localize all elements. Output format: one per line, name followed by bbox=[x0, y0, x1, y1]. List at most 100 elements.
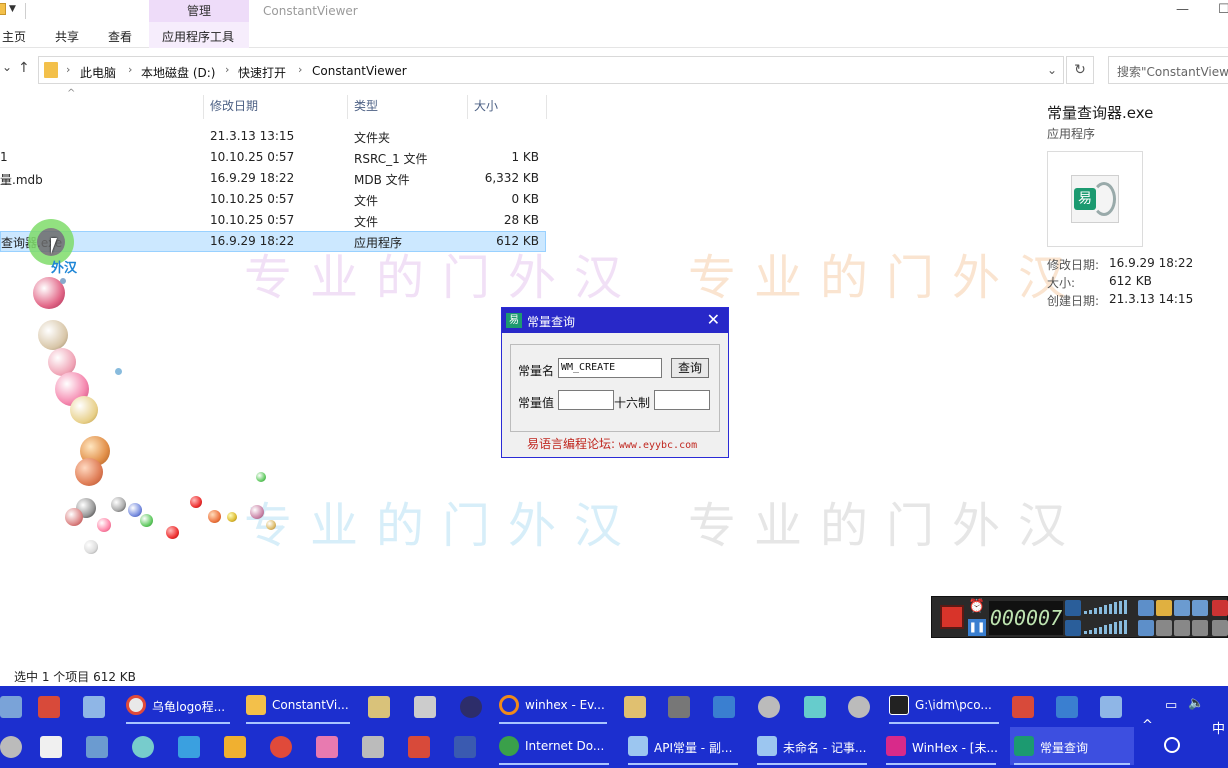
decorative-ball bbox=[97, 518, 111, 532]
stop-record-button[interactable] bbox=[940, 605, 964, 629]
app-icon[interactable] bbox=[224, 736, 246, 758]
app-icon[interactable] bbox=[414, 696, 436, 718]
app-icon[interactable] bbox=[316, 736, 338, 758]
region-icon[interactable] bbox=[1138, 620, 1154, 636]
pause-button[interactable]: ❚❚ bbox=[968, 619, 986, 636]
app-icon[interactable] bbox=[362, 736, 384, 758]
quick-access-dropdown-icon[interactable]: ▼ bbox=[9, 4, 16, 14]
window-icon[interactable] bbox=[1174, 620, 1190, 636]
file-size: 6,332 KB bbox=[484, 171, 539, 185]
details-label: 创建日期: bbox=[1047, 294, 1100, 308]
app-icon[interactable] bbox=[758, 696, 780, 718]
tab-view[interactable]: 查看 bbox=[108, 28, 132, 45]
app-icon[interactable] bbox=[132, 736, 154, 758]
app-icon[interactable] bbox=[0, 736, 22, 758]
app-icon[interactable] bbox=[178, 736, 200, 758]
minimize-button[interactable]: — bbox=[1176, 2, 1189, 17]
file-row[interactable]: 10.10.25 0:57 文件 28 KB bbox=[0, 210, 546, 231]
display-icon[interactable] bbox=[1212, 620, 1228, 636]
app-icon[interactable] bbox=[624, 696, 646, 718]
constant-name-input[interactable]: WM_CREATE bbox=[558, 358, 662, 378]
tray-expand-icon[interactable]: ^ bbox=[1142, 718, 1153, 733]
column-header-type[interactable]: 类型 bbox=[354, 95, 378, 119]
address-dropdown-icon[interactable]: ⌄ bbox=[1047, 63, 1057, 77]
column-divider[interactable] bbox=[467, 95, 468, 119]
app-icon[interactable] bbox=[86, 736, 108, 758]
app-icon[interactable] bbox=[408, 736, 430, 758]
taskbar-item-internet-download[interactable]: Internet Do... bbox=[495, 727, 613, 765]
close-icon[interactable] bbox=[1212, 600, 1228, 616]
close-icon[interactable]: ✕ bbox=[707, 310, 720, 329]
action-center-icon[interactable] bbox=[1164, 737, 1180, 753]
details-value: 16.9.29 18:22 bbox=[1109, 256, 1194, 270]
file-row[interactable]: 量.mdb 16.9.29 18:22 MDB 文件 6,332 KB bbox=[0, 168, 546, 189]
maximize-button[interactable]: ☐ bbox=[1218, 2, 1228, 17]
refresh-button[interactable]: ↻ bbox=[1066, 56, 1094, 84]
taskbar-item-turtle-logo[interactable]: 乌龟logo程... bbox=[122, 686, 234, 724]
network-icon[interactable]: ▭ bbox=[1165, 698, 1177, 713]
window-title: ConstantViewer bbox=[263, 4, 358, 18]
hex-value-input[interactable] bbox=[654, 390, 710, 410]
query-button[interactable]: 查询 bbox=[671, 358, 709, 378]
address-bar[interactable]: › 此电脑 › 本地磁盘 (D:) › 快速打开 › ConstantViewe… bbox=[38, 56, 1064, 84]
volume-icon[interactable]: 🔈 bbox=[1188, 696, 1204, 711]
folder-icon[interactable] bbox=[1156, 600, 1172, 616]
microphone-icon[interactable] bbox=[1065, 620, 1081, 636]
forum-link[interactable]: 易语言编程论坛: www.eyybc.com bbox=[527, 435, 697, 452]
file-row[interactable]: 10.10.25 0:57 文件 0 KB bbox=[0, 189, 546, 210]
details-title: 常量查询器.exe bbox=[1047, 104, 1154, 122]
tab-app-tools[interactable]: 应用程序工具 bbox=[162, 28, 234, 45]
gear-icon[interactable] bbox=[1174, 600, 1190, 616]
column-header-date[interactable]: 修改日期 bbox=[210, 95, 258, 119]
chrome-icon[interactable] bbox=[270, 736, 292, 758]
search-input[interactable]: 搜索"ConstantViewer" bbox=[1108, 56, 1228, 84]
app-icon[interactable] bbox=[0, 696, 22, 718]
watermark-text: 专业的门外汉 bbox=[244, 498, 641, 554]
fullscreen-icon[interactable] bbox=[1156, 620, 1172, 636]
up-arrow-icon[interactable]: ↑ bbox=[18, 60, 30, 76]
crumb-drive-d[interactable]: 本地磁盘 (D:) bbox=[141, 64, 215, 81]
app-icon[interactable] bbox=[460, 696, 482, 718]
forum-label: 易语言编程论坛: bbox=[527, 437, 616, 451]
taskbar-item-7zip[interactable]: G:\idm\pco... bbox=[885, 686, 1003, 724]
app-icon[interactable] bbox=[368, 696, 390, 718]
column-divider[interactable] bbox=[347, 95, 348, 119]
app-icon[interactable] bbox=[713, 696, 735, 718]
app-icon[interactable] bbox=[38, 696, 60, 718]
ime-indicator[interactable]: 中 bbox=[1212, 718, 1225, 737]
file-row[interactable]: 1 10.10.25 0:57 RSRC_1 文件 1 KB bbox=[0, 147, 546, 168]
alarm-clock-icon[interactable]: ⏰ bbox=[968, 599, 986, 617]
column-header-size[interactable]: 大小 bbox=[474, 95, 498, 119]
speaker-icon[interactable] bbox=[1065, 600, 1081, 616]
dialog-titlebar[interactable]: 易 常量查询 ✕ bbox=[502, 308, 728, 333]
crumb-this-pc[interactable]: 此电脑 bbox=[80, 64, 116, 81]
app-icon[interactable] bbox=[1012, 696, 1034, 718]
app-icon[interactable] bbox=[1100, 696, 1122, 718]
calendar-icon[interactable] bbox=[40, 736, 62, 758]
arrow-icon[interactable] bbox=[1192, 600, 1208, 616]
column-divider[interactable] bbox=[203, 95, 204, 119]
monitor-icon[interactable] bbox=[1192, 620, 1208, 636]
quick-access-folder-icon[interactable] bbox=[0, 3, 6, 15]
app-icon[interactable] bbox=[848, 696, 870, 718]
taskbar-item-winhex-search[interactable]: winhex - Ev... bbox=[495, 686, 611, 724]
webcam-icon[interactable] bbox=[1138, 600, 1154, 616]
tab-share[interactable]: 共享 bbox=[55, 28, 79, 45]
constant-value-input[interactable] bbox=[558, 390, 614, 410]
app-icon[interactable] bbox=[804, 696, 826, 718]
taskbar-item-constant-query[interactable]: 常量查询 bbox=[1010, 727, 1134, 765]
recent-locations-icon[interactable]: ⌄ bbox=[2, 60, 12, 74]
app-icon[interactable] bbox=[668, 696, 690, 718]
taskbar-item-constantviewer[interactable]: ConstantVi... bbox=[242, 686, 354, 724]
crumb-quick-open[interactable]: 快速打开 bbox=[238, 64, 286, 81]
app-icon[interactable] bbox=[1056, 696, 1078, 718]
taskbar-item-api-notepad[interactable]: API常量 - 副... bbox=[624, 727, 742, 765]
app-icon[interactable] bbox=[83, 696, 105, 718]
taskbar-item-untitled-notepad[interactable]: 未命名 - 记事... bbox=[753, 727, 871, 765]
crumb-constantviewer[interactable]: ConstantViewer bbox=[312, 64, 407, 78]
column-divider[interactable] bbox=[546, 95, 547, 119]
tab-home[interactable]: 主页 bbox=[2, 28, 26, 45]
taskbar-item-winhex[interactable]: WinHex - [未... bbox=[882, 727, 1000, 765]
app-icon[interactable] bbox=[454, 736, 476, 758]
file-row[interactable]: 21.3.13 13:15 文件夹 bbox=[0, 126, 546, 147]
